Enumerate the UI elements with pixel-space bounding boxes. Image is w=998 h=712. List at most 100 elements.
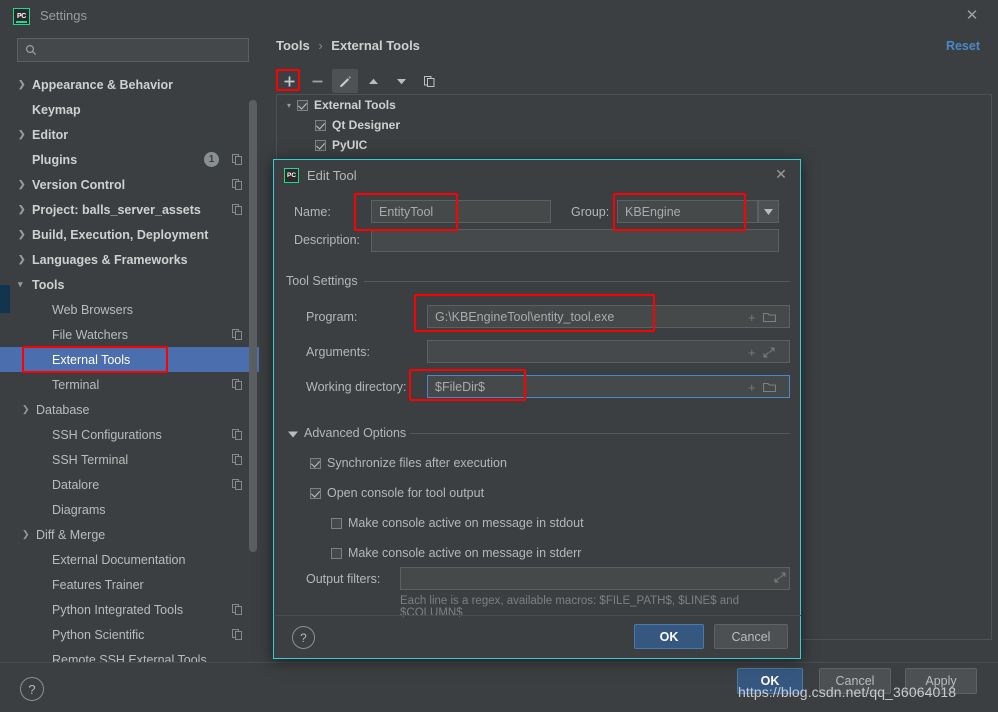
copy-settings-icon[interactable] xyxy=(232,154,243,165)
chevron-right-icon[interactable]: ❯ xyxy=(22,529,36,540)
sidebar-item-web-browsers[interactable]: ❯Web Browsers xyxy=(0,297,259,322)
advanced-options-title[interactable]: Advanced Options xyxy=(304,426,406,440)
edit-tool-help-button[interactable]: ? xyxy=(292,626,315,649)
advanced-option-checkbox[interactable] xyxy=(331,548,342,559)
copy-settings-icon[interactable] xyxy=(232,604,243,615)
arguments-input[interactable] xyxy=(427,340,790,363)
insert-macro-icon[interactable]: + xyxy=(748,380,756,395)
sidebar-item-python-scientific[interactable]: ❯Python Scientific xyxy=(0,622,259,647)
sidebar-item-plugins[interactable]: ❯Plugins1 xyxy=(0,147,259,172)
sidebar-item-diagrams[interactable]: ❯Diagrams xyxy=(0,497,259,522)
sidebar-item-external-tools[interactable]: ❯External Tools xyxy=(0,347,259,372)
sidebar-item-python-integrated-tools[interactable]: ❯Python Integrated Tools xyxy=(0,597,259,622)
sidebar-item-languages-frameworks[interactable]: ❯Languages & Frameworks xyxy=(0,247,259,272)
name-input[interactable]: EntityTool xyxy=(371,200,551,223)
sidebar-item-keymap[interactable]: ❯Keymap xyxy=(0,97,259,122)
copy-settings-icon[interactable] xyxy=(232,379,243,390)
tools-tree-row[interactable]: Qt Designer xyxy=(277,115,991,135)
search-input[interactable] xyxy=(17,38,249,62)
reset-link[interactable]: Reset xyxy=(946,39,980,53)
sidebar-item-version-control[interactable]: ❯Version Control xyxy=(0,172,259,197)
advanced-option-checkbox[interactable] xyxy=(310,458,321,469)
sidebar-item-diff-merge[interactable]: ❯Diff & Merge xyxy=(0,522,259,547)
chevron-down-icon[interactable]: ▾ xyxy=(281,101,297,110)
browse-folder-icon[interactable] xyxy=(763,312,776,323)
sidebar-item-database[interactable]: ❯Database xyxy=(0,397,259,422)
sidebar-item-terminal[interactable]: ❯Terminal xyxy=(0,372,259,397)
sidebar-item-label: Diff & Merge xyxy=(36,528,105,542)
copy-settings-icon[interactable] xyxy=(232,479,243,490)
sidebar-item-features-trainer[interactable]: ❯Features Trainer xyxy=(0,572,259,597)
advanced-option-checkbox[interactable] xyxy=(331,518,342,529)
copy-button[interactable] xyxy=(416,69,442,93)
tools-tree-row[interactable]: ▾External Tools xyxy=(277,95,991,115)
sidebar-item-ssh-configurations[interactable]: ❯SSH Configurations xyxy=(0,422,259,447)
add-button[interactable] xyxy=(276,69,302,93)
chevron-right-icon[interactable]: ❯ xyxy=(18,179,32,190)
chevron-right-icon[interactable]: ❯ xyxy=(18,79,32,90)
move-up-button[interactable] xyxy=(360,69,386,93)
chevron-right-icon[interactable]: ❯ xyxy=(22,404,36,415)
tools-tree-checkbox[interactable] xyxy=(315,120,326,131)
advanced-option-row[interactable]: Make console active on message in stderr xyxy=(331,546,581,560)
sidebar-item-ssh-terminal[interactable]: ❯SSH Terminal xyxy=(0,447,259,472)
help-button[interactable]: ? xyxy=(20,677,44,701)
program-input[interactable]: G:\KBEngineTool\entity_tool.exe xyxy=(427,305,790,328)
sidebar-item-tools[interactable]: ▾Tools xyxy=(0,272,259,297)
move-down-button[interactable] xyxy=(388,69,414,93)
advanced-option-checkbox[interactable] xyxy=(310,488,321,499)
edit-tool-close-icon[interactable]: ✕ xyxy=(774,168,788,182)
plus-icon xyxy=(283,75,296,88)
browse-folder-icon[interactable] xyxy=(763,382,776,393)
sidebar-item-label: Languages & Frameworks xyxy=(32,253,188,267)
chevron-right-icon[interactable]: ❯ xyxy=(18,254,32,265)
close-icon[interactable]: ✕ xyxy=(964,8,980,24)
chevron-down-icon[interactable]: ▾ xyxy=(18,279,32,290)
sidebar-item-label: External Documentation xyxy=(52,553,185,567)
copy-settings-icon[interactable] xyxy=(232,179,243,190)
advanced-option-row[interactable]: Make console active on message in stdout xyxy=(331,516,584,530)
edit-tool-logo-text: PC xyxy=(287,172,296,179)
edit-tool-cancel-button[interactable]: Cancel xyxy=(714,624,788,649)
sidebar-scrollbar-thumb[interactable] xyxy=(249,100,257,552)
insert-macro-icon[interactable]: + xyxy=(748,310,756,325)
tools-tree-row[interactable]: PyUIC xyxy=(277,135,991,155)
edit-tool-ok-button[interactable]: OK xyxy=(634,624,704,649)
sidebar-item-external-documentation[interactable]: ❯External Documentation xyxy=(0,547,259,572)
sidebar-item-project-balls-server-assets[interactable]: ❯Project: balls_server_assets xyxy=(0,197,259,222)
sidebar-item-file-watchers[interactable]: ❯File Watchers xyxy=(0,322,259,347)
advanced-option-row[interactable]: Synchronize files after execution xyxy=(310,456,507,470)
chevron-right-icon[interactable]: ❯ xyxy=(18,129,32,140)
advanced-options-disclosure-icon[interactable] xyxy=(288,431,298,438)
sidebar-item-editor[interactable]: ❯Editor xyxy=(0,122,259,147)
advanced-option-row[interactable]: Open console for tool output xyxy=(310,486,484,500)
tools-tree-checkbox[interactable] xyxy=(315,140,326,151)
copy-settings-icon[interactable] xyxy=(232,629,243,640)
group-combo-input[interactable]: KBEngine xyxy=(617,200,758,223)
breadcrumb-root[interactable]: Tools xyxy=(276,38,310,53)
copy-settings-icon[interactable] xyxy=(232,429,243,440)
sidebar-item-datalore[interactable]: ❯Datalore xyxy=(0,472,259,497)
copy-settings-icon[interactable] xyxy=(232,329,243,340)
output-filters-input[interactable] xyxy=(400,567,790,590)
chevron-right-icon[interactable]: ❯ xyxy=(18,229,32,240)
chevron-right-icon[interactable]: ❯ xyxy=(18,204,32,215)
working-directory-input[interactable]: $FileDir$ xyxy=(427,375,790,398)
sidebar-item-label: Appearance & Behavior xyxy=(32,78,173,92)
edit-button[interactable] xyxy=(332,69,358,93)
group-combo-arrow[interactable] xyxy=(758,200,779,223)
sidebar-item-build-execution-deployment[interactable]: ❯Build, Execution, Deployment xyxy=(0,222,259,247)
sidebar-item-appearance-behavior[interactable]: ❯Appearance & Behavior xyxy=(0,72,259,97)
copy-settings-icon[interactable] xyxy=(232,204,243,215)
tools-tree-checkbox[interactable] xyxy=(297,100,308,111)
tool-settings-rule xyxy=(364,281,790,282)
expand-editor-icon[interactable] xyxy=(774,572,786,583)
sidebar-item-label: SSH Configurations xyxy=(52,428,162,442)
copy-icon xyxy=(423,75,436,88)
copy-settings-icon[interactable] xyxy=(232,454,243,465)
expand-editor-icon[interactable] xyxy=(763,347,775,358)
insert-macro-icon[interactable]: + xyxy=(748,345,756,360)
pycharm-logo-bar xyxy=(16,21,27,23)
remove-button[interactable] xyxy=(304,69,330,93)
description-input[interactable] xyxy=(371,229,779,252)
